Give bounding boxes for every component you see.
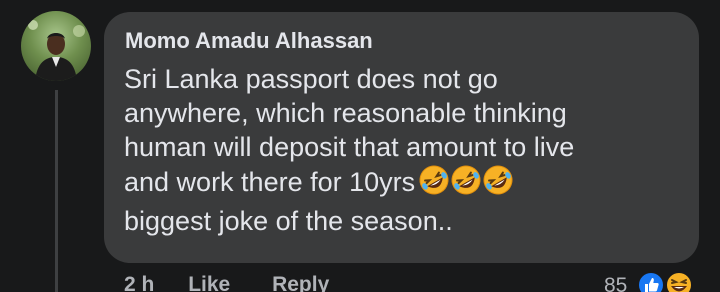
- emoji-group: [417, 164, 513, 204]
- comment-text-line: human will deposit that amount to live: [124, 132, 575, 162]
- comment-text-line: Sri Lanka passport does not go: [124, 64, 498, 94]
- avatar-photo: [28, 20, 85, 81]
- rolling-on-floor-laughing-emoji-icon: [483, 165, 513, 195]
- comment-thread: Momo Amadu Alhassan Sri Lanka passport d…: [0, 0, 720, 292]
- comment-text: Sri Lanka passport does not go anywhere,…: [124, 62, 684, 238]
- reaction-summary[interactable]: 85: [604, 270, 694, 292]
- comment-text-segment: and work there for 10yrs: [124, 167, 416, 197]
- reply-button[interactable]: Reply: [272, 273, 329, 292]
- comment-author-name[interactable]: Momo Amadu Alhassan: [125, 28, 373, 54]
- rolling-on-floor-laughing-emoji-icon: [451, 165, 481, 195]
- comment-text-line: anywhere, which reasonable thinking: [124, 98, 567, 128]
- haha-reaction-icon: [665, 271, 694, 292]
- comment-timestamp[interactable]: 2 h: [124, 273, 154, 292]
- rolling-on-floor-laughing-emoji-icon: [419, 165, 449, 195]
- thread-connector-line: [55, 90, 58, 292]
- comment-bubble: Momo Amadu Alhassan Sri Lanka passport d…: [104, 12, 699, 263]
- reaction-icons: [636, 270, 694, 292]
- reaction-count: 85: [604, 274, 628, 292]
- like-button[interactable]: Like: [188, 273, 230, 292]
- avatar[interactable]: [21, 11, 91, 81]
- comment-actions: 2 h Like Reply: [124, 273, 329, 292]
- like-reaction-icon: [636, 271, 665, 292]
- comment-text-line-with-emoji: and work there for 10yrs: [124, 164, 684, 204]
- comment-text-line: biggest joke of the season..: [124, 206, 453, 236]
